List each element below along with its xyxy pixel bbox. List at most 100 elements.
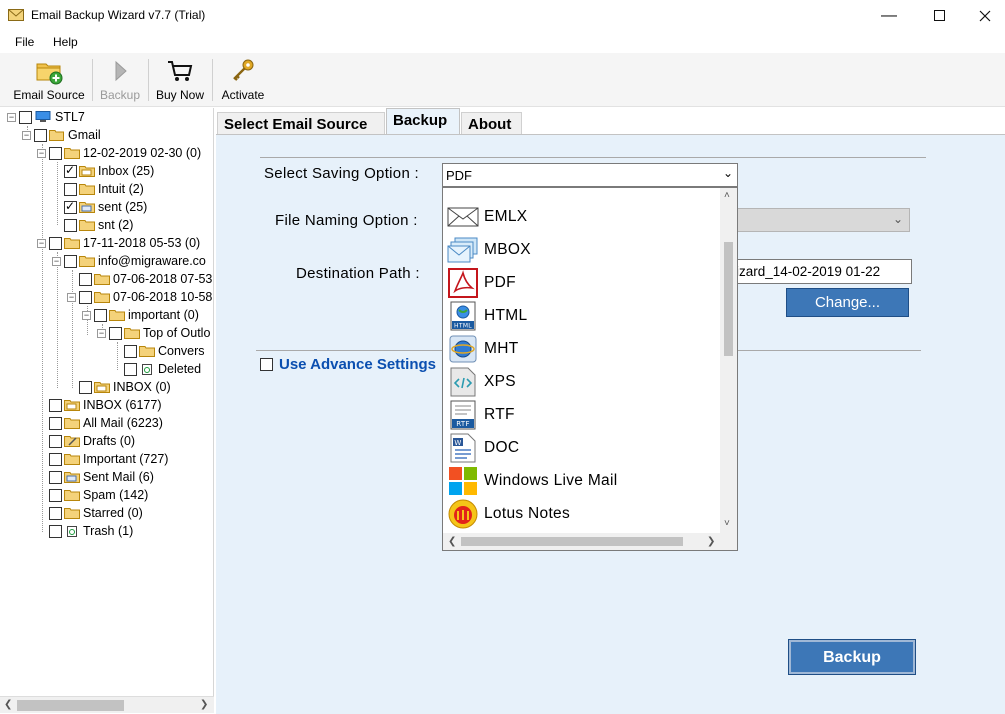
destination-path-field[interactable]: izard_14-02-2019 01-22	[735, 259, 912, 284]
close-button[interactable]	[962, 0, 1005, 31]
tree-checkbox[interactable]	[49, 524, 62, 538]
tree-checkbox[interactable]	[79, 290, 92, 304]
scroll-left-icon[interactable]: ❮	[448, 536, 456, 547]
option-xps[interactable]: XPS	[447, 365, 719, 398]
tree-checkbox[interactable]	[64, 182, 77, 196]
option-pdf[interactable]: PDF	[447, 266, 719, 299]
windows-logo-icon	[449, 466, 477, 495]
tree-node[interactable]: Drafts (0)	[49, 432, 135, 450]
tree-node[interactable]: − important (0)	[82, 306, 199, 324]
tree-checkbox[interactable]	[64, 218, 77, 232]
maximize-button[interactable]	[916, 0, 962, 31]
tree-node[interactable]: Intuit (2)	[64, 180, 144, 198]
collapse-icon[interactable]: −	[37, 238, 46, 248]
tree-checkbox[interactable]	[124, 344, 137, 358]
tree-node[interactable]: INBOX (0)	[79, 378, 171, 396]
tree-node[interactable]: Inbox (25)	[64, 162, 154, 180]
collapse-icon[interactable]: −	[67, 292, 76, 302]
tree-node[interactable]: Important (727)	[49, 450, 168, 468]
option-lotus-notes[interactable]: Lotus Notes	[447, 497, 719, 530]
saving-option-select[interactable]: PDF ⌄	[442, 163, 738, 187]
tree-checkbox[interactable]	[49, 506, 62, 520]
menu-file[interactable]: File	[15, 35, 34, 49]
tree-checkbox[interactable]	[34, 128, 47, 142]
toolbar: Email Source Backup Buy Now Activate	[0, 53, 1005, 107]
scrollbar-thumb[interactable]	[724, 242, 733, 356]
collapse-icon[interactable]: −	[7, 112, 16, 122]
tab-about[interactable]: About	[461, 112, 522, 135]
tree-node[interactable]: − info@migraware.co	[52, 252, 206, 270]
tree-checkbox[interactable]	[64, 254, 77, 268]
option-emlx[interactable]: EMLX	[447, 200, 719, 233]
tree-node[interactable]: 07-06-2018 07-53	[79, 270, 212, 288]
tree-node-gmail[interactable]: − Gmail	[22, 126, 101, 144]
recycle-bin-icon	[67, 526, 77, 537]
tree-node[interactable]: All Mail (6223)	[49, 414, 163, 432]
scroll-up-icon[interactable]: ˄	[724, 190, 730, 201]
option-mbox[interactable]: MBOX	[447, 233, 719, 266]
tree-node[interactable]: Starred (0)	[49, 504, 143, 522]
collapse-icon[interactable]: −	[82, 310, 91, 320]
tree-node[interactable]: Trash (1)	[49, 522, 133, 540]
option-doc[interactable]: W DOC	[447, 431, 719, 464]
tree-node[interactable]: Spam (142)	[49, 486, 148, 504]
tree-checkbox[interactable]	[94, 308, 107, 322]
tree-checkbox[interactable]	[64, 199, 77, 214]
option-rtf[interactable]: RTF RTF	[447, 398, 719, 431]
tree-checkbox[interactable]	[109, 326, 122, 340]
scrollbar-thumb[interactable]	[17, 700, 124, 711]
backup-toolbar-button[interactable]: Backup	[99, 57, 141, 105]
tab-backup[interactable]: Backup	[386, 108, 460, 135]
tree-horizontal-scrollbar[interactable]: ❮ ❯	[0, 696, 214, 713]
tree-checkbox[interactable]	[19, 110, 32, 124]
buy-now-button[interactable]: Buy Now	[154, 57, 206, 105]
tree-checkbox[interactable]	[49, 470, 62, 484]
tree-checkbox[interactable]	[49, 488, 62, 502]
advance-settings-label[interactable]: Use Advance Settings	[279, 356, 436, 373]
activate-button[interactable]: Activate	[218, 57, 268, 105]
tree-checkbox[interactable]	[49, 416, 62, 430]
tree-node[interactable]: sent (25)	[64, 198, 147, 216]
tree-node[interactable]: − Top of Outlo	[97, 324, 210, 342]
tree-checkbox[interactable]	[49, 236, 62, 250]
scroll-right-icon[interactable]: ❯	[200, 699, 208, 710]
collapse-icon[interactable]: −	[52, 256, 61, 266]
tree-checkbox[interactable]	[49, 452, 62, 466]
collapse-icon[interactable]: −	[37, 148, 46, 158]
tree-checkbox[interactable]	[79, 380, 92, 394]
scroll-down-icon[interactable]: ˅	[724, 518, 730, 529]
minimize-button[interactable]: —	[866, 0, 912, 31]
scrollbar-thumb[interactable]	[461, 537, 683, 546]
tree-checkbox[interactable]	[49, 434, 62, 448]
backup-button[interactable]: Backup	[788, 639, 916, 675]
option-html[interactable]: HTML HTML	[447, 299, 719, 332]
option-mht[interactable]: MHT	[447, 332, 719, 365]
tree-checkbox[interactable]	[49, 398, 62, 412]
option-windows-live-mail[interactable]: Windows Live Mail	[447, 464, 719, 497]
tree-node[interactable]: − 12-02-2019 02-30 (0)	[37, 144, 201, 162]
tab-select-email-source[interactable]: Select Email Source	[217, 112, 385, 135]
scroll-right-icon[interactable]: ❯	[707, 536, 715, 547]
tree-node[interactable]: INBOX (6177)	[49, 396, 162, 414]
tree-checkbox[interactable]	[64, 163, 77, 178]
tree-node[interactable]: Convers	[124, 342, 205, 360]
advance-settings-checkbox[interactable]	[260, 358, 273, 371]
email-source-button[interactable]: Email Source	[13, 57, 85, 105]
collapse-icon[interactable]: −	[22, 130, 31, 140]
tree-node-root[interactable]: − STL7	[7, 108, 85, 126]
tree-checkbox[interactable]	[79, 272, 92, 286]
change-path-button[interactable]: Change...	[786, 288, 909, 317]
dropdown-horizontal-scrollbar[interactable]: ❮ ❯	[443, 533, 737, 550]
dropdown-vertical-scrollbar[interactable]: ˄ ˅	[720, 188, 737, 533]
tree-node[interactable]: Deleted	[124, 360, 201, 378]
tree-node[interactable]: − 17-11-2018 05-53 (0)	[37, 234, 200, 252]
menu-help[interactable]: Help	[53, 35, 78, 49]
tree-node[interactable]: Sent Mail (6)	[49, 468, 154, 486]
tree-node[interactable]: snt (2)	[64, 216, 133, 234]
scroll-left-icon[interactable]: ❮	[4, 699, 12, 710]
collapse-icon[interactable]: −	[97, 328, 106, 338]
tree-checkbox[interactable]	[124, 362, 137, 376]
tree-checkbox[interactable]	[49, 146, 62, 160]
file-naming-select[interactable]: ⌄	[735, 208, 910, 232]
tree-node[interactable]: − 07-06-2018 10-58	[67, 288, 212, 306]
